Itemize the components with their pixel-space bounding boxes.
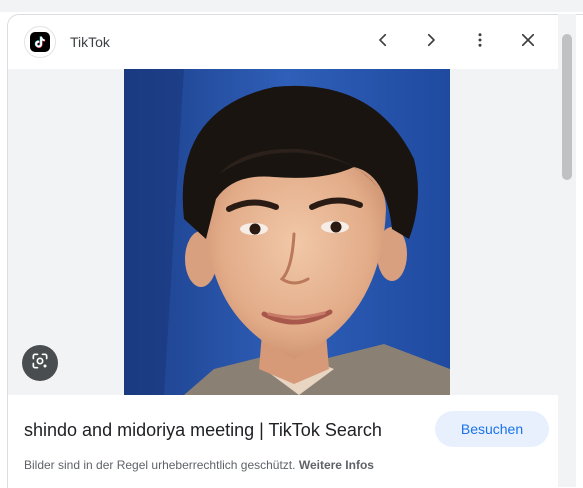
visit-button[interactable]: Besuchen xyxy=(435,411,549,447)
next-button[interactable] xyxy=(416,27,446,57)
copyright-text: Bilder sind in der Regel urheberrechtlic… xyxy=(24,458,296,472)
top-strip xyxy=(0,0,583,12)
more-info-link[interactable]: Weitere Infos xyxy=(299,458,374,472)
close-button[interactable] xyxy=(513,27,543,57)
image-area xyxy=(8,69,566,395)
tiktok-logo-icon xyxy=(30,32,50,52)
preview-header: TikTok xyxy=(8,15,566,69)
scrollbar-thumb[interactable] xyxy=(562,34,572,180)
source-name[interactable]: TikTok xyxy=(70,33,110,51)
close-icon xyxy=(519,31,537,54)
lens-search-button[interactable] xyxy=(22,345,58,381)
preview-image[interactable] xyxy=(124,69,450,395)
copyright-notice: Bilder sind in der Regel urheberrechtlic… xyxy=(24,457,374,473)
more-options-button[interactable] xyxy=(465,27,495,57)
result-title[interactable]: shindo and midoriya meeting | TikTok Sea… xyxy=(24,419,382,441)
scrollbar[interactable] xyxy=(558,14,576,487)
previous-button[interactable] xyxy=(368,27,398,57)
chevron-left-icon xyxy=(374,31,392,54)
chevron-right-icon xyxy=(422,31,440,54)
image-preview-panel: TikTok shindo and midoriya meeting | Tik… xyxy=(7,14,583,488)
google-lens-icon xyxy=(30,351,50,376)
source-logo[interactable] xyxy=(24,26,56,58)
more-vert-icon xyxy=(471,31,489,54)
preview-footer: shindo and midoriya meeting | TikTok Sea… xyxy=(8,395,566,488)
